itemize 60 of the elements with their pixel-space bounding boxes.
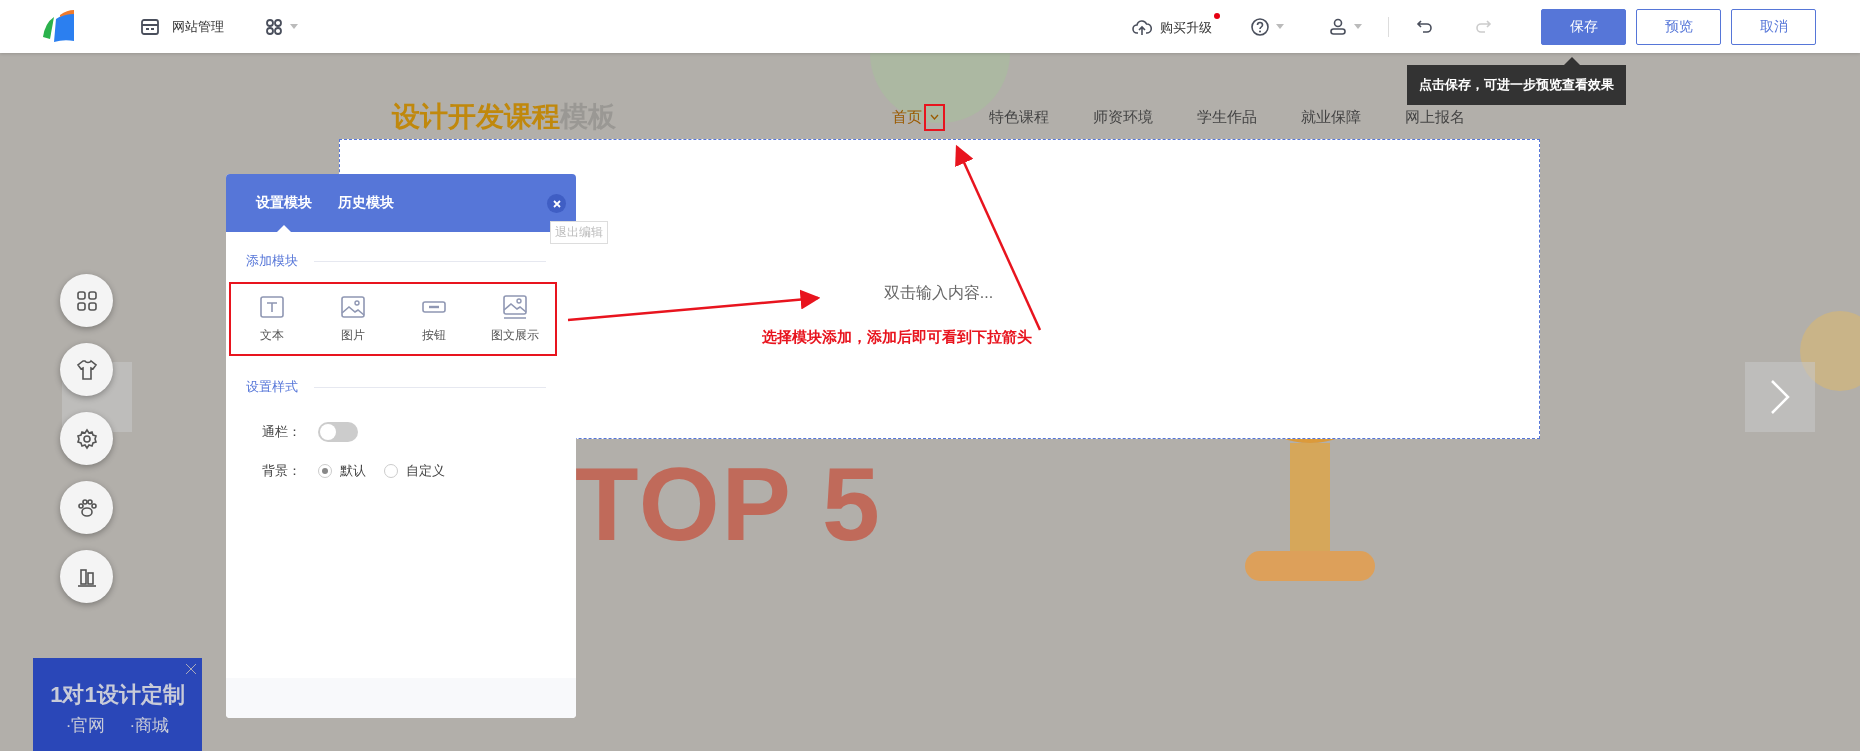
nav-link[interactable]: 学生作品 <box>1197 107 1257 127</box>
caret-icon <box>1276 24 1284 29</box>
module-option[interactable]: 图文展示 <box>479 294 550 344</box>
promo-banner[interactable]: 1对1设计定制 ·官网 ·商城 <box>33 658 202 751</box>
block-hint: 双击输入内容... <box>883 282 994 303</box>
nav-link[interactable]: 师资环境 <box>1093 107 1153 127</box>
side-tool-button[interactable] <box>60 550 113 603</box>
close-icon <box>552 199 561 208</box>
caret-icon <box>930 114 939 120</box>
panel-tab[interactable]: 设置模块 <box>256 174 312 232</box>
apps-grid-icon[interactable] <box>264 16 284 37</box>
side-tool-button[interactable] <box>60 343 113 396</box>
side-tool-button[interactable] <box>60 412 113 465</box>
image-with-caption-icon <box>501 294 528 319</box>
user-icon[interactable] <box>1328 16 1348 37</box>
background-option[interactable]: 自定义 <box>384 462 445 480</box>
site-management-link[interactable]: 网站管理 <box>172 17 224 36</box>
paw-icon <box>75 496 98 519</box>
save-tooltip: 点击保存，可进一步预览查看效果 <box>1407 65 1626 105</box>
nav-link[interactable]: 网上报名 <box>1405 107 1465 127</box>
full-width-toggle[interactable] <box>318 422 358 442</box>
side-tool-button[interactable] <box>60 274 113 327</box>
nav-link[interactable]: 特色课程 <box>989 107 1049 127</box>
promo-link[interactable]: ·商城 <box>129 714 170 737</box>
toolbar-button[interactable]: 取消 <box>1731 8 1816 45</box>
banner-heading: TOP 5 <box>575 445 882 564</box>
promo-title: 1对1设计定制 <box>50 681 185 709</box>
caret-icon <box>290 24 298 29</box>
upgrade-button[interactable]: 购买升级 <box>1132 11 1220 42</box>
section-title: 添加模块 <box>246 252 298 270</box>
panel-tab[interactable]: 历史模块 <box>338 174 394 232</box>
grid-icon <box>75 289 98 312</box>
close-icon[interactable] <box>185 663 197 675</box>
browser-window-icon[interactable] <box>140 16 160 37</box>
nav-link[interactable]: 首页 <box>892 103 945 131</box>
module-option[interactable]: 按钮 <box>398 294 469 344</box>
field-label: 背景： <box>262 462 302 480</box>
toolbar-button[interactable]: 预览 <box>1636 8 1721 45</box>
text-icon <box>258 294 285 319</box>
cloud-upload-icon <box>1132 17 1152 38</box>
settings-icon <box>75 427 98 450</box>
toolbar-button[interactable]: 保存 <box>1541 8 1626 45</box>
site-title: 设计开发课程 <box>392 100 560 134</box>
caret-icon <box>1354 24 1362 29</box>
help-icon[interactable] <box>1250 16 1270 37</box>
exit-edit-tooltip: 退出编辑 <box>550 221 608 244</box>
nav-link[interactable]: 就业保障 <box>1301 107 1361 127</box>
close-button[interactable] <box>547 194 566 213</box>
chevron-right-icon <box>1770 379 1790 415</box>
logo-icon[interactable] <box>40 8 76 45</box>
background-option[interactable]: 默认 <box>318 462 366 480</box>
highlight-box <box>924 103 945 131</box>
section-title: 设置样式 <box>246 378 298 396</box>
promo-link[interactable]: ·官网 <box>65 714 106 737</box>
module-option[interactable]: 文本 <box>236 294 307 344</box>
image-icon <box>339 294 366 319</box>
side-tool-button[interactable] <box>60 481 113 534</box>
shirt-icon <box>75 358 98 381</box>
annotation-note: 选择模块添加，添加后即可看到下拉箭头 <box>762 328 1032 347</box>
field-label: 通栏： <box>262 423 302 441</box>
